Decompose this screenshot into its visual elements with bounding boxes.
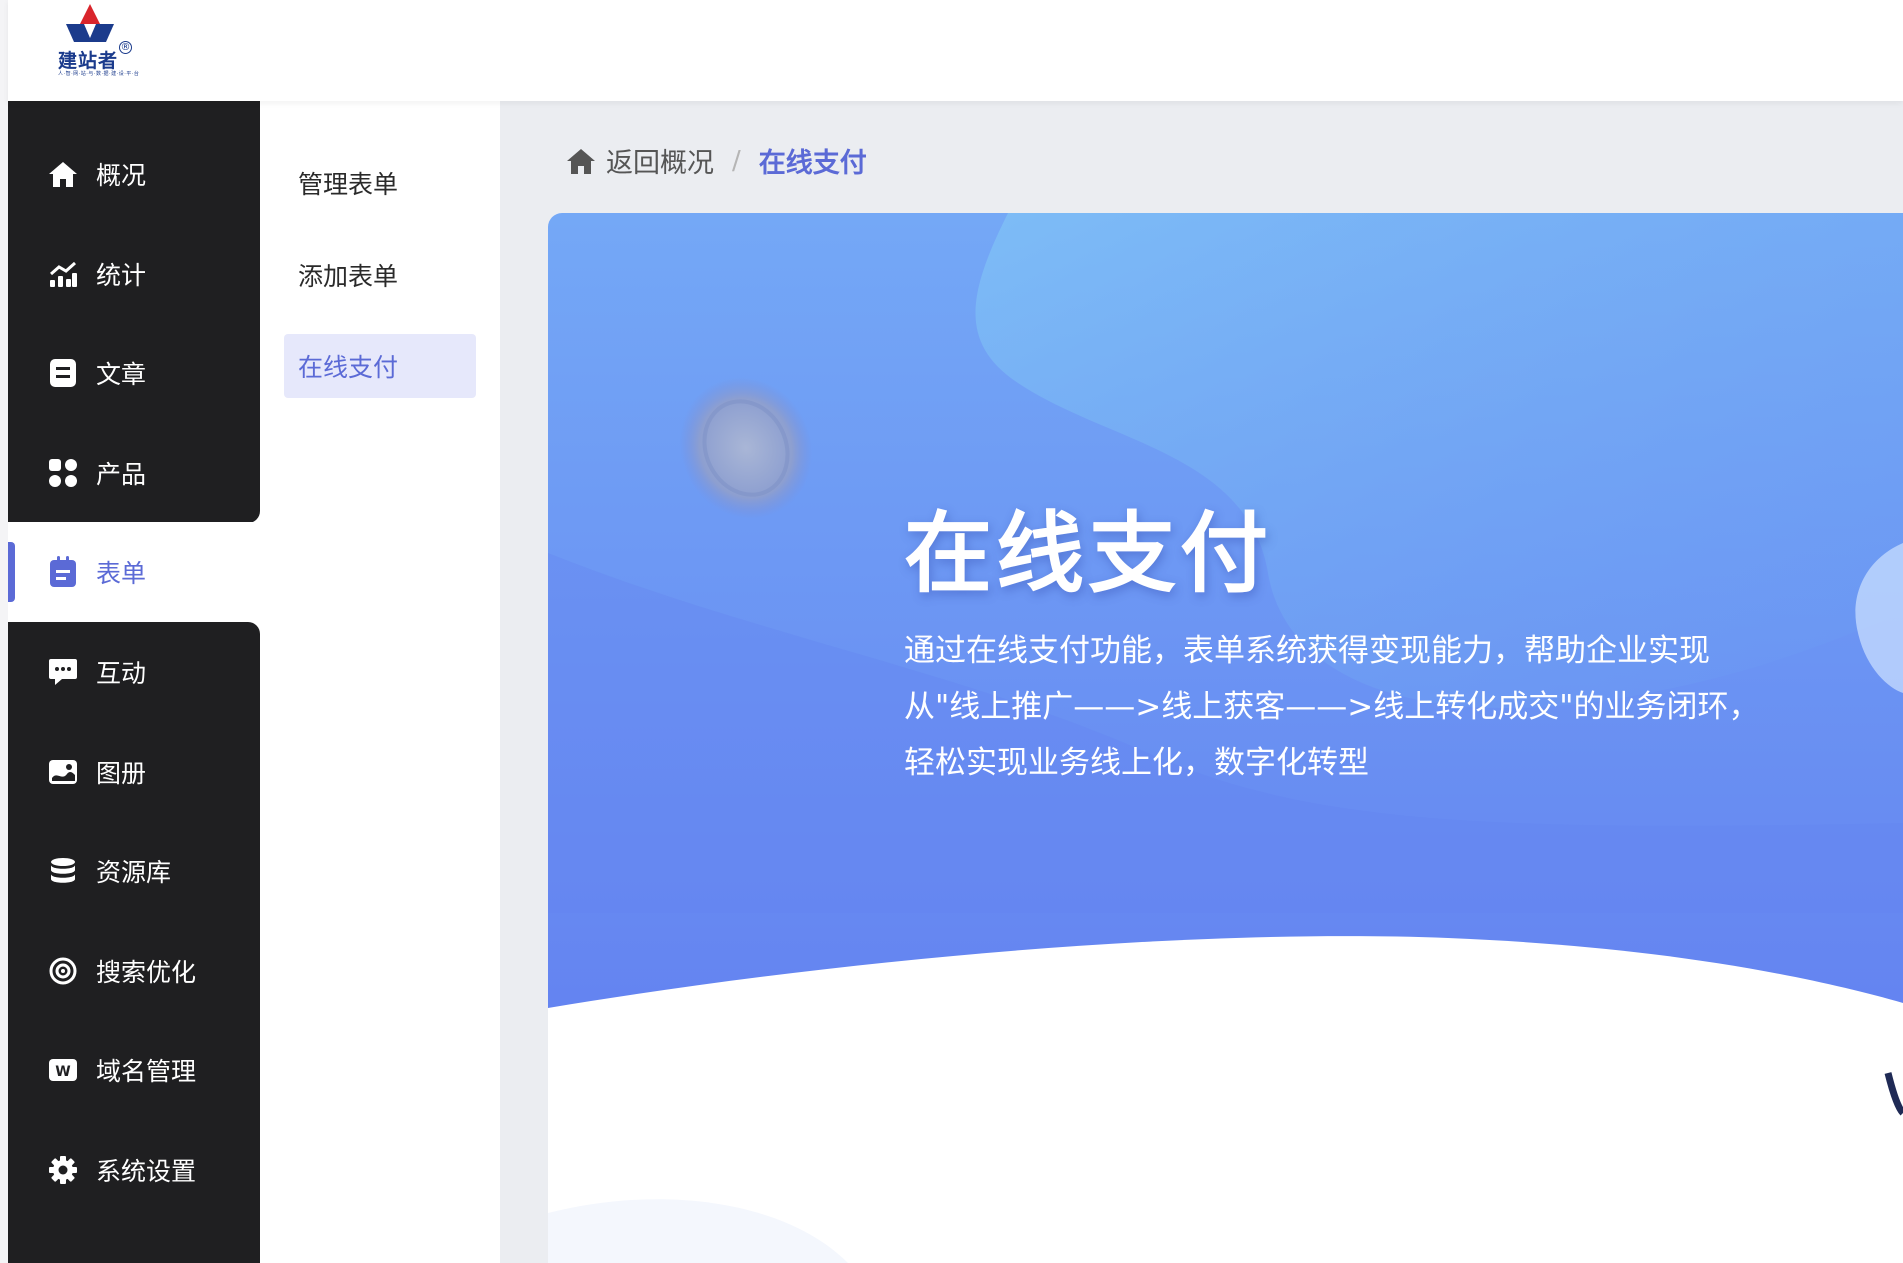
breadcrumb-home-label: 返回概况 (606, 148, 714, 179)
sidebar-item-label: 概况 (96, 161, 147, 190)
sidebar-item-statistics[interactable]: 统计 (8, 224, 260, 324)
hero-banner: 在线支付 通过在线支付功能，表单系统获得变现能力，帮助企业实现从"线上推广——>… (548, 213, 1903, 1263)
sidebar-item-forms[interactable]: 表单 (8, 522, 260, 622)
app-root: 建站者 ® 人·智·网·站·与·数·据·建·设·平·台 概况 统计 文章 产品 … (0, 0, 1903, 1263)
breadcrumb-current: 在线支付 (758, 148, 867, 179)
top-bar: 建站者 ® 人·智·网·站·与·数·据·建·设·平·台 (8, 0, 1903, 101)
chat-icon (48, 657, 78, 687)
sidebar-item-label: 互动 (96, 659, 147, 688)
sidebar-item-label: 系统设置 (96, 1157, 197, 1186)
hero-title: 在线支付 (904, 502, 1273, 605)
hero-description: 通过在线支付功能，表单系统获得变现能力，帮助企业实现从"线上推广——>线上获客—… (904, 633, 1760, 781)
sidebar-item-label: 产品 (96, 460, 147, 489)
target-icon (48, 956, 78, 986)
sidebar-item-album[interactable]: 图册 (8, 722, 260, 822)
sidebar-item-resources[interactable]: 资源库 (8, 821, 260, 921)
sidebar-item-label: 表单 (96, 559, 147, 588)
database-icon (48, 856, 78, 886)
breadcrumb: 返回概况 / 在线支付 (566, 141, 867, 180)
form-submenu: 管理表单 添加表单 在线支付 (260, 101, 500, 1263)
logo-subtitle: 人·智·网·站·与·数·据·建·设·平·台 (58, 71, 140, 77)
home-icon (48, 159, 78, 189)
submenu-item-manage-forms[interactable]: 管理表单 (284, 151, 476, 215)
sidebar-item-domains[interactable]: W 域名管理 (8, 1020, 260, 1120)
sidebar-item-overview[interactable]: 概况 (8, 124, 260, 224)
logo-mark-icon (66, 4, 114, 42)
sidebar-item-label: 搜索优化 (96, 958, 197, 987)
svg-text:W: W (55, 1064, 70, 1080)
album-icon (48, 757, 78, 787)
home-icon (567, 148, 595, 174)
sidebar-item-articles[interactable]: 文章 (8, 323, 260, 423)
sidebar-item-label: 统计 (96, 261, 147, 290)
submenu-item-online-payment[interactable]: 在线支付 (284, 334, 476, 398)
domain-icon: W (48, 1055, 78, 1085)
main-content: 返回概况 / 在线支付 在线支付 通过在线支付功能，表单系统获得变现能力，帮助企… (500, 101, 1903, 1263)
sidebar-item-interaction[interactable]: 互动 (8, 622, 260, 722)
sidebar-item-label: 文章 (96, 360, 147, 389)
chart-icon (48, 259, 78, 289)
logo-text: 建站者 (58, 50, 119, 72)
logo-registered-mark: ® (119, 41, 132, 54)
sidebar-item-products[interactable]: 产品 (8, 423, 260, 523)
breadcrumb-home-link[interactable]: 返回概况 (566, 141, 714, 180)
submenu-item-add-form[interactable]: 添加表单 (284, 243, 476, 307)
brand-logo[interactable]: 建站者 ® 人·智·网·站·与·数·据·建·设·平·台 (48, 2, 140, 82)
grid-icon (48, 458, 78, 488)
sidebar-item-label: 资源库 (96, 858, 172, 887)
sidebar-item-label: 图册 (96, 759, 147, 788)
gear-icon (48, 1155, 78, 1185)
sidebar-item-seo[interactable]: 搜索优化 (8, 921, 260, 1021)
breadcrumb-separator: / (732, 145, 741, 176)
clipboard-icon (48, 556, 78, 587)
window-edge (0, 0, 8, 1263)
main-sidebar: 概况 统计 文章 产品 表单 互动 图册 资源库 搜索优化 W 域名管理 系统设… (8, 101, 260, 1263)
sidebar-item-settings[interactable]: 系统设置 (8, 1120, 260, 1220)
sidebar-item-label: 域名管理 (96, 1057, 197, 1086)
article-icon (48, 358, 78, 388)
